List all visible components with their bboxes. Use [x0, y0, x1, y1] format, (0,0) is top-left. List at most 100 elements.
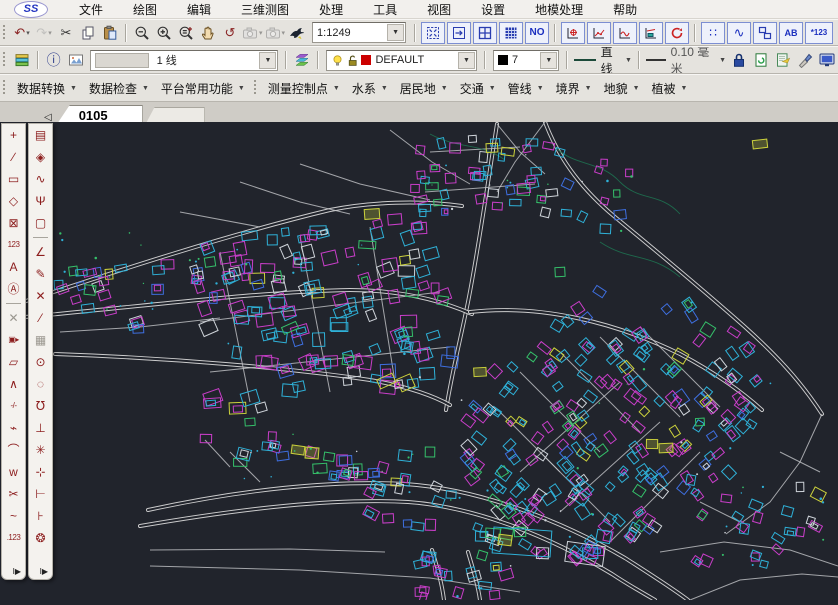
select-window-button[interactable]: ▢ [30, 212, 51, 234]
category-menu-1[interactable]: 数据检查▼ [83, 77, 155, 99]
menu-item-1[interactable]: 绘图 [118, 1, 172, 18]
zoom-in-button[interactable] [153, 22, 175, 44]
zoom-previous-button[interactable]: ↺ [219, 22, 241, 44]
category-menu-8[interactable]: 境界▼ [550, 77, 598, 99]
pan-button[interactable] [197, 22, 219, 44]
polyline-node-button[interactable]: ∠ [30, 241, 51, 263]
trim-button[interactable]: ✂ [3, 483, 24, 505]
axis-annotate-button[interactable]: ⊢ [30, 483, 51, 505]
display-settings-button[interactable] [816, 49, 838, 71]
named-view-button[interactable]: ▾ [241, 22, 264, 44]
entity-info-button[interactable]: ⓘ [43, 49, 65, 71]
menu-item-3[interactable]: 三维测图 [226, 1, 304, 18]
zoom-out-button[interactable] [131, 22, 153, 44]
copy-button[interactable] [77, 22, 99, 44]
category-menu-9[interactable]: 地貌▼ [598, 77, 646, 99]
draw-text-button[interactable]: A [3, 256, 24, 278]
segment-dots-button[interactable]: ⁄ [30, 307, 51, 329]
perpendicular-point-button[interactable]: ⊥ [30, 417, 51, 439]
drawing-canvas[interactable] [0, 122, 838, 600]
notebook-button[interactable]: ▤ [30, 124, 51, 146]
lasso-select-button[interactable]: ℧ [30, 395, 51, 417]
dashed-circle-button[interactable]: ◌ [30, 373, 51, 395]
zoom-extents-button[interactable] [421, 22, 445, 44]
no-display-button[interactable]: NO [525, 22, 549, 44]
layer-unlock-icon[interactable] [346, 54, 359, 67]
circle-center-button[interactable]: ⊙ [30, 351, 51, 373]
draw-region-button[interactable]: ⊠ [3, 212, 24, 234]
toolbar-grip[interactable] [2, 25, 7, 41]
palette-expand-button[interactable]: I▶ [40, 565, 52, 579]
dimension-ruler-button[interactable]: 123 [3, 234, 24, 256]
node-delete-button[interactable]: ✕ [30, 285, 51, 307]
category-menu-3[interactable]: 测量控制点▼ [262, 77, 346, 99]
entity-dropdown-icon[interactable]: ▼ [259, 52, 276, 69]
category-menu-2[interactable]: 平台常用功能▼ [155, 77, 251, 99]
palette-expand-button[interactable]: I▶ [13, 565, 25, 579]
symbol-manager-button[interactable]: ◈ [30, 146, 51, 168]
category-menu-4[interactable]: 水系▼ [346, 77, 394, 99]
draw-point-button[interactable]: + [3, 124, 24, 146]
undo-button[interactable]: ↶▾ [11, 22, 33, 44]
menu-item-0[interactable]: 文件 [64, 1, 118, 18]
layer-states-button[interactable] [291, 49, 313, 71]
sketch-segment-button[interactable]: ✎ [30, 263, 51, 285]
entity-combo[interactable]: 1 线 ▼ [90, 50, 279, 71]
move-object-button[interactable]: ▱ [3, 351, 24, 373]
view-table-button[interactable] [499, 22, 523, 44]
category-menu-7[interactable]: 管线▼ [502, 77, 550, 99]
break-at-point-button[interactable]: ⌁ [3, 417, 24, 439]
toolbar-grip-3[interactable] [2, 80, 7, 96]
view-grid-button[interactable] [473, 22, 497, 44]
menu-item-8[interactable]: 地模处理 [520, 1, 598, 18]
category-menu-10[interactable]: 植被▼ [646, 77, 694, 99]
freehand-line-button[interactable]: ∿ [30, 168, 51, 190]
menu-item-2[interactable]: 编辑 [172, 1, 226, 18]
cross-node-button[interactable]: ⊹ [30, 461, 51, 483]
mirror-button[interactable]: ∧ [3, 373, 24, 395]
layer-on-bulb-icon[interactable] [331, 54, 344, 67]
w-node-line-button[interactable]: Ψ [30, 190, 51, 212]
plot-wave-button[interactable] [613, 22, 637, 44]
menu-item-4[interactable]: 处理 [304, 1, 358, 18]
text-style-button[interactable]: Ⓐ [3, 278, 24, 300]
plot-area-button[interactable] [639, 22, 663, 44]
toolbar-grip-4[interactable] [253, 80, 258, 96]
menu-item-6[interactable]: 视图 [412, 1, 466, 18]
arc-edit-button[interactable]: ⌒ [3, 439, 24, 461]
zoom-window-button[interactable] [175, 22, 197, 44]
paste-button[interactable] [99, 22, 121, 44]
erase-button[interactable]: ✕ [3, 307, 24, 329]
clean-drawing-button[interactable] [794, 49, 816, 71]
category-menu-5[interactable]: 居民地▼ [394, 77, 454, 99]
category-menu-6[interactable]: 交通▼ [454, 77, 502, 99]
plot-points-button[interactable] [587, 22, 611, 44]
linetype-display-button[interactable]: ∿ [727, 22, 751, 44]
category-menu-0[interactable]: 数据转换▼ [11, 77, 83, 99]
toolbar-grip-2[interactable] [2, 52, 7, 68]
color-combo[interactable]: 7 ▼ [493, 50, 559, 71]
grid-snap-button[interactable]: ▦ [30, 329, 51, 351]
view-pan-button[interactable] [447, 22, 471, 44]
star-point-button[interactable]: ✳ [30, 439, 51, 461]
draw-rectangle-button[interactable]: ▭ [3, 168, 24, 190]
cut-button[interactable]: ✂ [55, 22, 77, 44]
regen-drawing-button[interactable] [750, 49, 772, 71]
layer-combo[interactable]: DEFAULT ▼ [326, 50, 476, 71]
refresh-plot-button[interactable] [665, 22, 689, 44]
gear-circle-button[interactable]: ❂ [30, 527, 51, 549]
linetype-combo[interactable]: 直线 ▼ [572, 50, 634, 70]
number-annotate-button[interactable]: .123 [3, 527, 24, 549]
draw-polygon-button[interactable]: ◇ [3, 190, 24, 212]
fly-view-button[interactable] [286, 22, 308, 44]
layer-dropdown-icon[interactable]: ▼ [458, 52, 475, 69]
break-object-button[interactable]: -/- [3, 395, 24, 417]
color-dropdown-icon[interactable]: ▼ [540, 52, 557, 69]
lineweight-combo[interactable]: 0.10 毫米 ▼ [644, 50, 728, 70]
block-display-button[interactable] [753, 22, 777, 44]
axis-k-button[interactable]: ⊦ [30, 505, 51, 527]
plot-crosshair-button[interactable] [561, 22, 585, 44]
scale-dropdown-icon[interactable]: ▼ [387, 24, 404, 41]
entity-preview-button[interactable] [65, 49, 87, 71]
edit-attributes-button[interactable] [772, 49, 794, 71]
